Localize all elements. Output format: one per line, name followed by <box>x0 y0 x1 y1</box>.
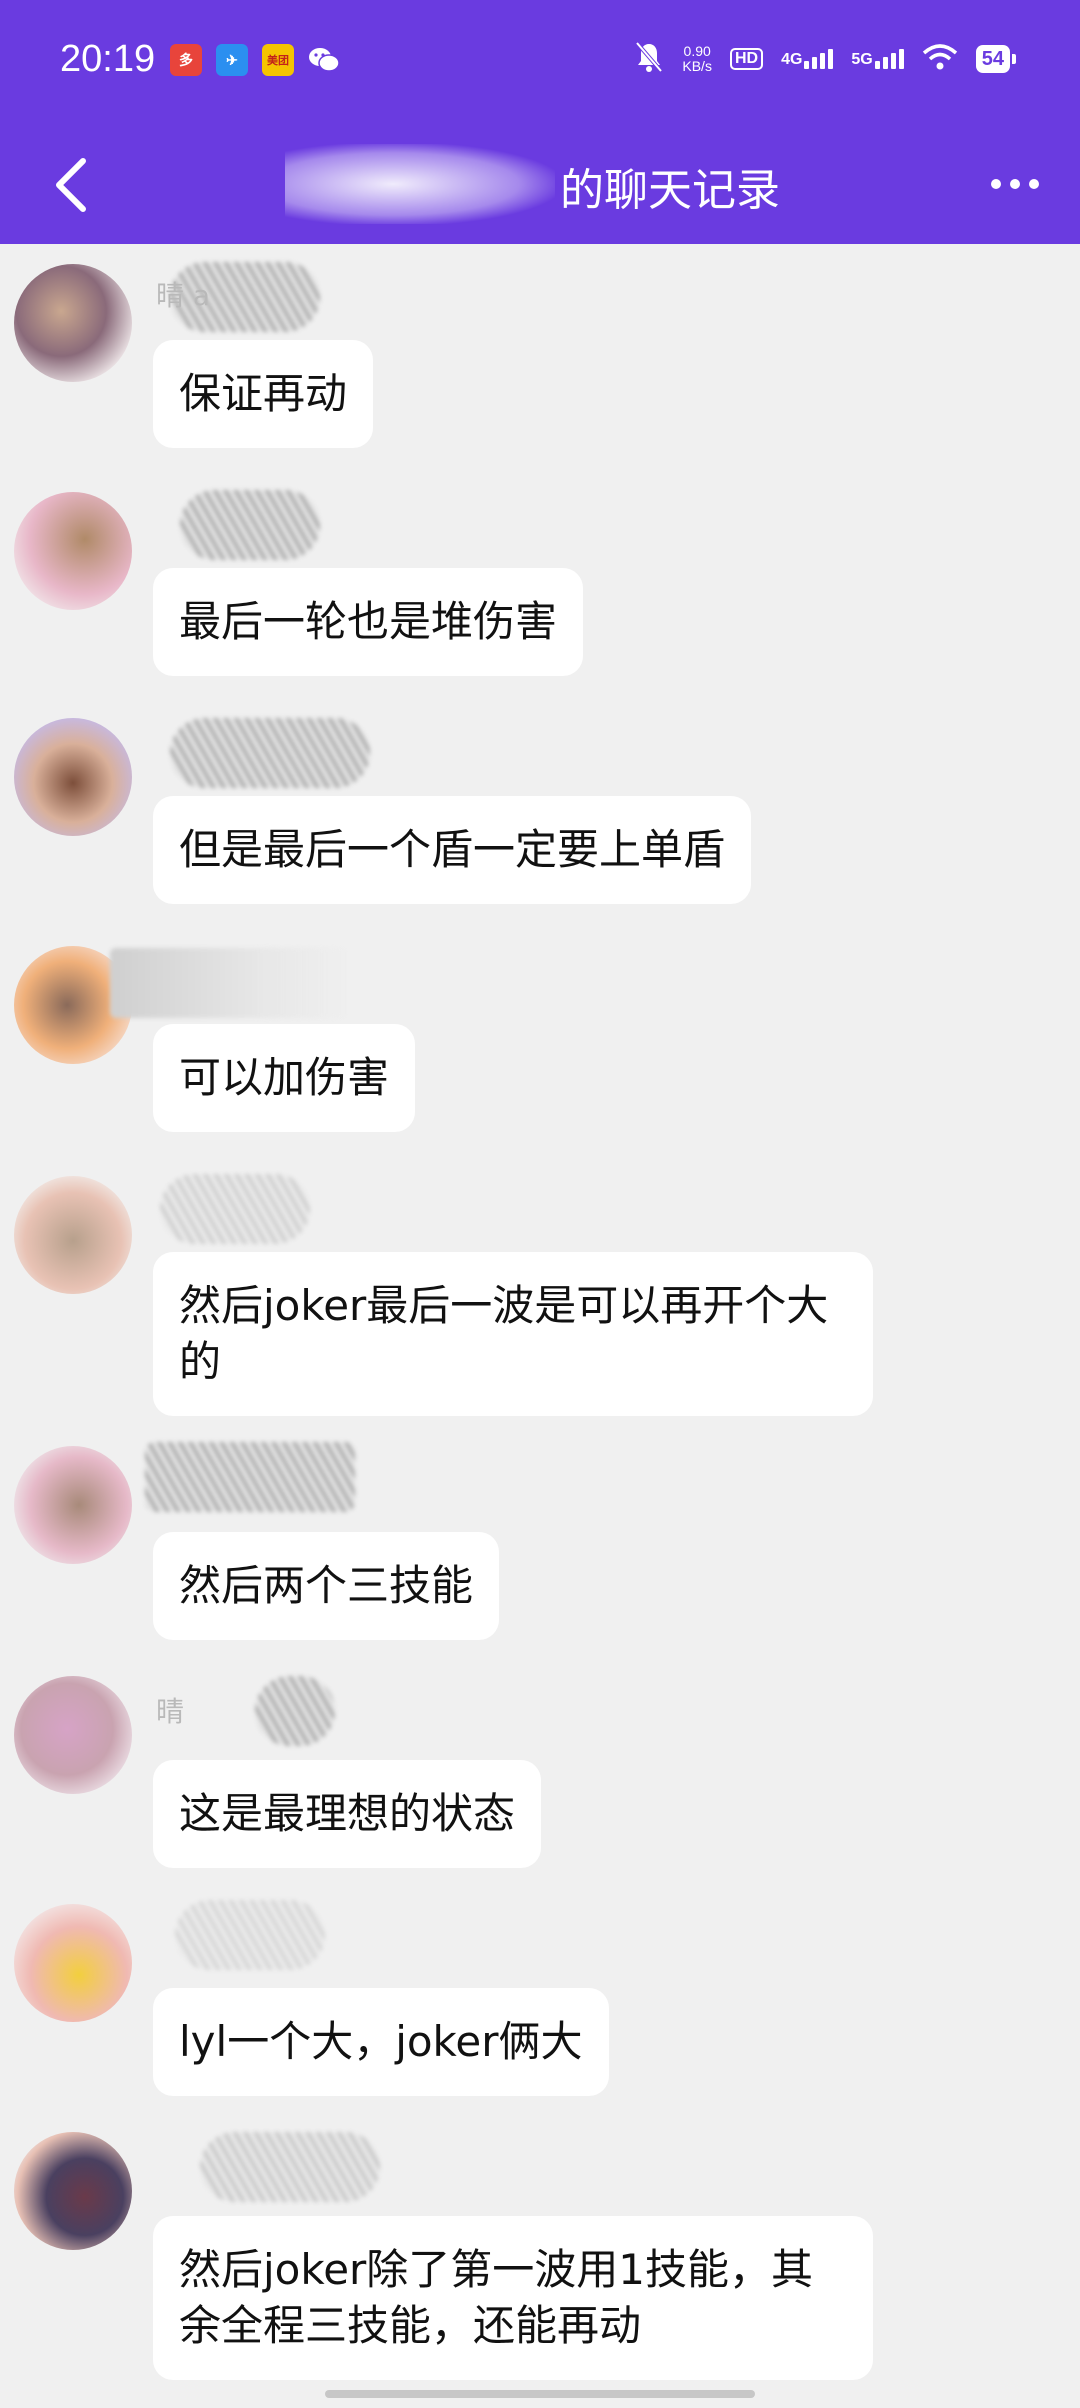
status-time: 20:19 <box>60 38 156 80</box>
sender-name-text: 晴 <box>156 1695 185 1728</box>
sender-name <box>110 948 350 1018</box>
status-indicators: 0.90 KB/s HD 4G 5G 54 <box>634 40 1017 78</box>
page-title: 的聊天记录 <box>0 154 1080 218</box>
more-options-button[interactable] <box>980 154 1050 214</box>
net-4g-label: 4G <box>781 51 803 68</box>
app-2-icon: ✈ <box>216 44 248 76</box>
dot-icon <box>1010 179 1020 189</box>
page-title-text: 的聊天记录 <box>560 165 780 216</box>
sender-name <box>160 1174 310 1244</box>
sender-name <box>175 1900 325 1970</box>
message-bubble[interactable]: lyl一个大，joker俩大 <box>153 1988 609 2096</box>
avatar[interactable] <box>14 2132 132 2250</box>
app-1-icon: 多 <box>170 44 202 76</box>
avatar[interactable] <box>14 1176 132 1294</box>
avatar[interactable] <box>14 264 132 382</box>
net-5g-label: 5G <box>851 51 873 68</box>
network-speed: 0.90 KB/s <box>682 44 712 74</box>
hd-icon: HD <box>729 48 764 70</box>
dot-icon <box>1029 179 1039 189</box>
message-bubble[interactable]: 但是最后一个盾一定要上单盾 <box>153 796 752 904</box>
avatar[interactable] <box>14 1446 132 1564</box>
sender-name-text: 晴 a <box>156 279 211 312</box>
home-indicator[interactable] <box>325 2390 755 2398</box>
signal-4g-icon: 4G <box>781 49 834 69</box>
speed-value: 0.90 <box>683 43 711 59</box>
message-bubble[interactable]: 可以加伤害 <box>153 1024 416 1132</box>
message-bubble[interactable]: 然后两个三技能 <box>153 1532 500 1640</box>
status-bar: 20:19 多 ✈ 美团 0.90 KB/s HD 4G 5G 54 <box>0 0 1080 126</box>
avatar[interactable] <box>14 1904 132 2022</box>
message-bubble[interactable]: 最后一轮也是堆伤害 <box>153 568 584 676</box>
sender-name <box>200 2132 380 2202</box>
message-bubble[interactable]: 然后joker除了第一波用1技能，其余全程三技能，还能再动 <box>153 2216 873 2380</box>
message-bubble[interactable]: 这是最理想的状态 <box>153 1760 542 1868</box>
signal-5g-icon: 5G <box>851 49 904 69</box>
mute-icon <box>634 40 664 78</box>
message-bubble[interactable]: 然后joker最后一波是可以再开个大的 <box>153 1252 873 1416</box>
avatar[interactable] <box>14 718 132 836</box>
sender-name <box>145 1442 355 1512</box>
notification-icons: 多 ✈ 美团 <box>170 44 340 76</box>
wifi-icon <box>922 43 958 75</box>
app-3-icon: 美团 <box>262 44 294 76</box>
speed-unit: KB/s <box>682 58 712 74</box>
title-bar: 的聊天记录 <box>0 126 1080 244</box>
sender-name <box>180 490 320 560</box>
message-bubble[interactable]: 保证再动 <box>153 340 374 448</box>
wechat-icon <box>308 44 340 76</box>
avatar[interactable] <box>14 1676 132 1794</box>
avatar[interactable] <box>14 492 132 610</box>
sender-name <box>170 718 370 788</box>
sender-name <box>255 1676 335 1746</box>
dot-icon <box>991 179 1001 189</box>
battery-icon: 54 <box>975 45 1017 73</box>
